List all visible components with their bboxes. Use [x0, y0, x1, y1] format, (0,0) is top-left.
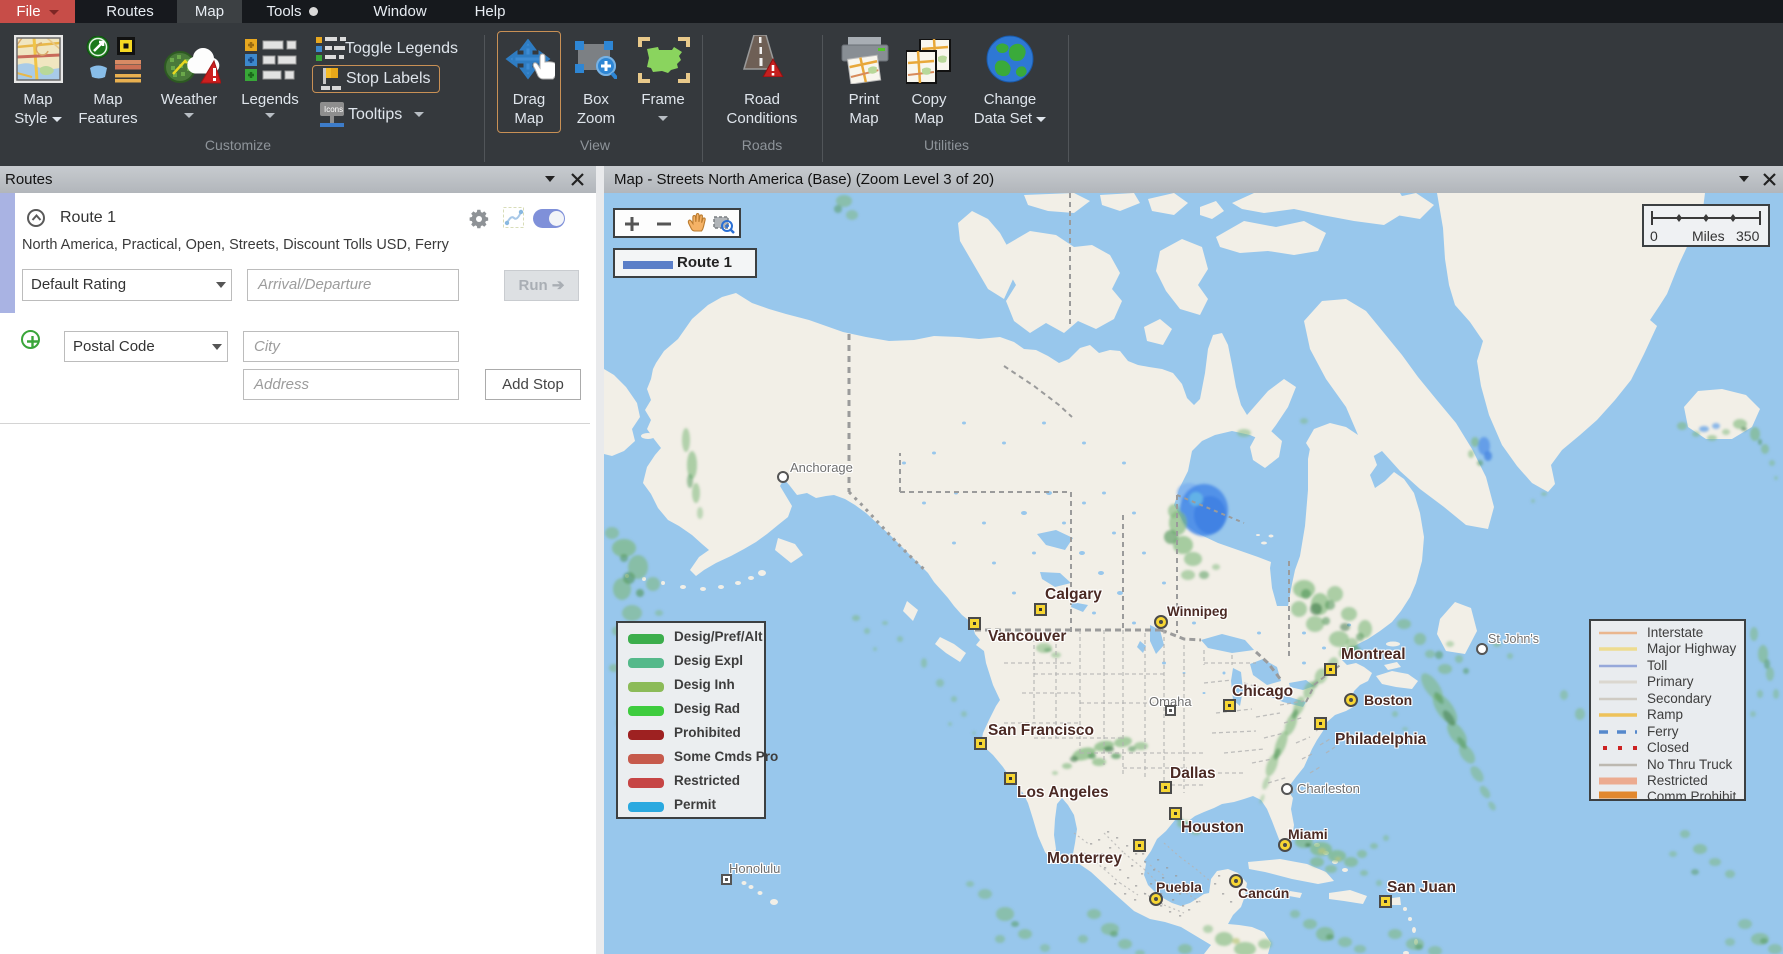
- svg-text:Icons: Icons: [324, 105, 343, 114]
